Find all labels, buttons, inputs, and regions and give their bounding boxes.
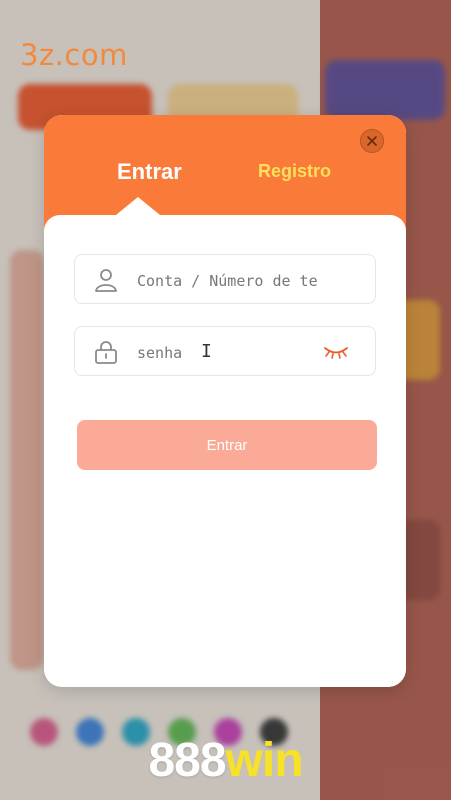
brand-logo: 888win	[0, 733, 451, 788]
login-submit-button[interactable]: Entrar	[77, 420, 377, 470]
account-field[interactable]	[74, 254, 376, 304]
active-tab-indicator	[116, 197, 160, 215]
modal-header: Entrar Registro	[44, 115, 406, 230]
password-input[interactable]	[135, 339, 329, 367]
brand-logo-word: win	[225, 734, 304, 787]
user-icon	[95, 269, 117, 292]
close-icon	[367, 136, 377, 146]
lock-icon	[95, 341, 117, 364]
tab-login[interactable]: Entrar	[117, 159, 182, 185]
close-button[interactable]	[360, 129, 384, 153]
text-cursor-icon: I	[201, 341, 212, 362]
account-input[interactable]	[135, 267, 329, 295]
brand-logo-number: 888	[148, 734, 226, 787]
password-field[interactable]: I	[74, 326, 376, 376]
eye-closed-icon[interactable]	[323, 343, 349, 361]
tab-register[interactable]: Registro	[258, 161, 331, 182]
site-watermark: 3z.com	[20, 38, 128, 72]
modal-body: I Entrar	[44, 215, 406, 687]
login-modal: Entrar Registro I	[44, 115, 406, 687]
